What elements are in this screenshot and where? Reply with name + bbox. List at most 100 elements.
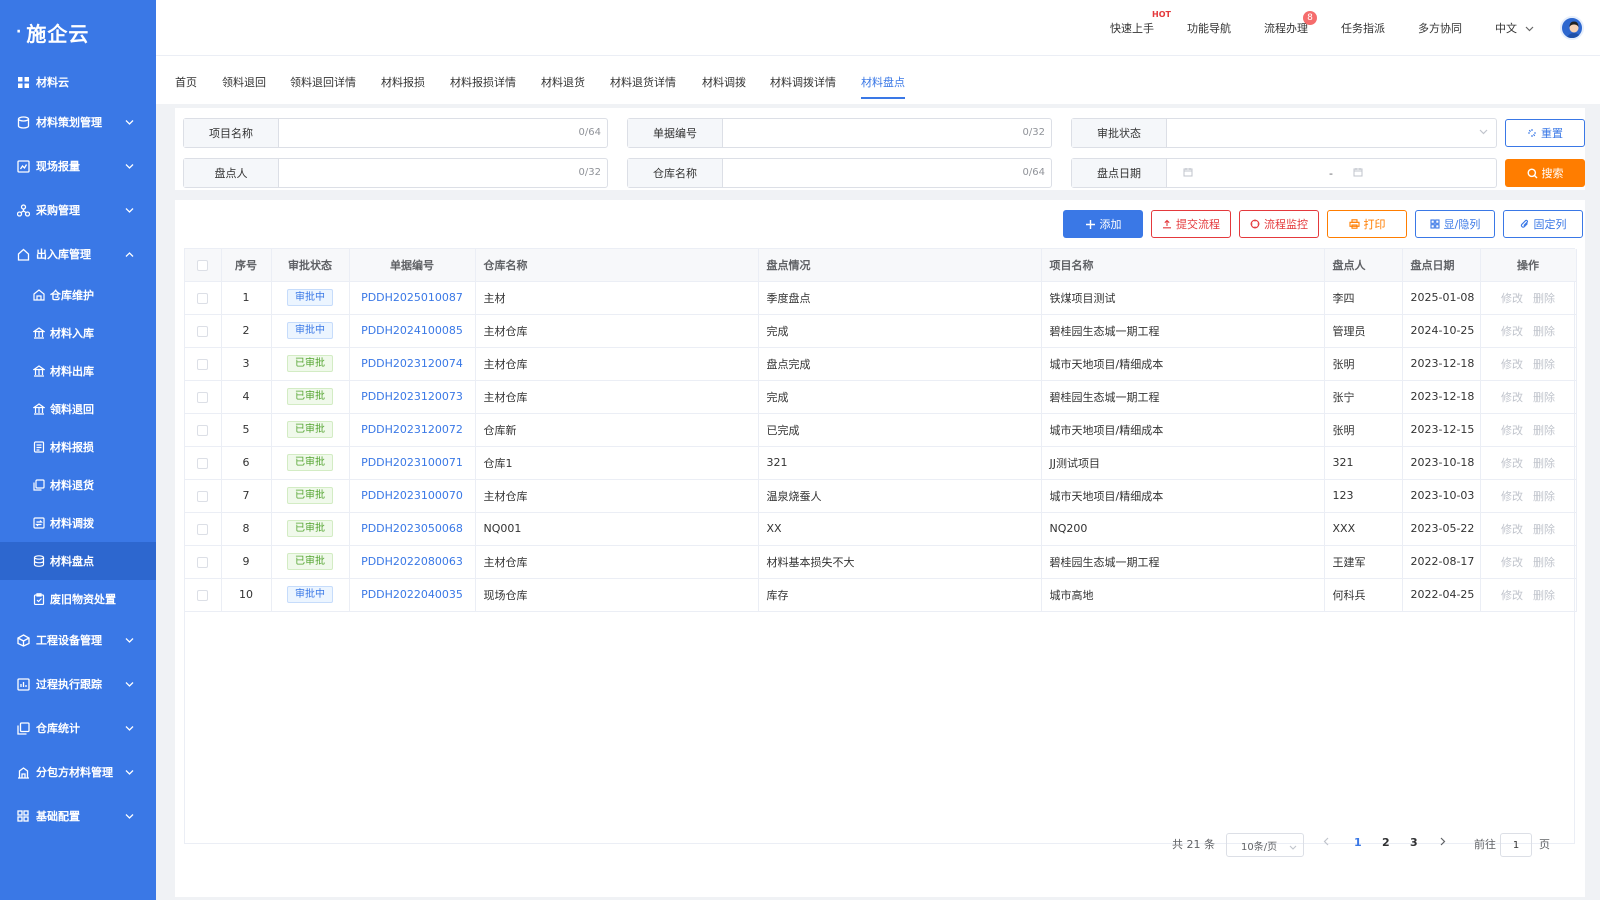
tab-home[interactable]: 首页 — [175, 74, 197, 90]
delete-link[interactable]: 删除 — [1533, 424, 1555, 437]
delete-link[interactable]: 删除 — [1533, 457, 1555, 470]
page-3-button[interactable]: 3 — [1410, 836, 1418, 849]
tab-inventory-check[interactable]: 材料盘点 — [861, 74, 905, 99]
edit-link[interactable]: 修改 — [1501, 424, 1523, 437]
user-avatar[interactable] — [1560, 16, 1584, 40]
tab-refund[interactable]: 材料退货 — [541, 74, 585, 90]
edit-link[interactable]: 修改 — [1501, 391, 1523, 404]
check-date-range[interactable]: 盘点日期 - — [1071, 158, 1497, 188]
process-link[interactable]: 流程办理 8 — [1264, 0, 1317, 56]
row-checkbox[interactable] — [185, 578, 222, 612]
doc-code-link[interactable]: PDDH2022040035 — [361, 588, 463, 601]
doc-code-link[interactable]: PDDH2023120072 — [361, 423, 463, 436]
sidebar-group-tracking[interactable]: 过程执行跟踪 — [0, 662, 156, 706]
project-name-field[interactable]: 项目名称 0/64 — [183, 118, 608, 148]
doc-code-link[interactable]: PDDH2023120074 — [361, 357, 463, 370]
row-checkbox[interactable] — [185, 281, 222, 315]
tab-refund-detail[interactable]: 材料退货详情 — [610, 74, 676, 90]
print-button[interactable]: 打印 — [1327, 210, 1407, 238]
doc-code-link[interactable]: PDDH2023100070 — [361, 489, 463, 502]
page-size-select[interactable]: 10条/页 — [1226, 833, 1304, 857]
edit-link[interactable]: 修改 — [1501, 325, 1523, 338]
sidebar-item-inventory-check[interactable]: 材料盘点 — [0, 542, 156, 580]
delete-link[interactable]: 删除 — [1533, 391, 1555, 404]
tab-transfer[interactable]: 材料调拨 — [702, 74, 746, 90]
collab-link[interactable]: 多方协同 — [1418, 0, 1462, 56]
edit-link[interactable]: 修改 — [1501, 292, 1523, 305]
function-nav-link[interactable]: 功能导航 — [1187, 0, 1231, 56]
sidebar-group-config[interactable]: 基础配置 — [0, 794, 156, 838]
edit-link[interactable]: 修改 — [1501, 490, 1523, 503]
delete-link[interactable]: 删除 — [1533, 556, 1555, 569]
tab-damage-detail[interactable]: 材料报损详情 — [450, 74, 516, 90]
task-assign-link[interactable]: 任务指派 — [1341, 0, 1385, 56]
page-1-button[interactable]: 1 — [1354, 836, 1362, 849]
chevron-right-icon — [1440, 837, 1446, 846]
sidebar-group-inout[interactable]: 出入库管理 — [0, 232, 156, 276]
sidebar-item-scrap[interactable]: 废旧物资处置 — [0, 580, 156, 618]
row-checkbox[interactable] — [185, 380, 222, 414]
sidebar-group-equipment[interactable]: 工程设备管理 — [0, 618, 156, 662]
row-checkbox[interactable] — [185, 512, 222, 546]
sidebar-group-stats[interactable]: 仓库统计 — [0, 706, 156, 750]
table-row: 6 已审批 PDDH2023100071 仓库1 321 JJ测试项目 321 2023-10… — [185, 446, 1577, 480]
sidebar-item-warehouse[interactable]: 仓库维护 — [0, 276, 156, 314]
quick-start-link[interactable]: 快速上手 HOT — [1110, 0, 1171, 56]
sidebar-group-purchase[interactable]: 采购管理 — [0, 188, 156, 232]
search-button[interactable]: 搜索 — [1505, 159, 1585, 187]
checker-field[interactable]: 盘点人 0/32 — [183, 158, 608, 188]
sidebar-group-report[interactable]: 现场报量 — [0, 144, 156, 188]
delete-link[interactable]: 删除 — [1533, 358, 1555, 371]
doc-code-link[interactable]: PDDH2024100085 — [361, 324, 463, 337]
warehouse-name-field[interactable]: 仓库名称 0/64 — [627, 158, 1052, 188]
doc-code-link[interactable]: PDDH2025010087 — [361, 291, 463, 304]
next-page-button[interactable] — [1440, 836, 1446, 849]
row-checkbox[interactable] — [185, 446, 222, 480]
row-checkbox[interactable] — [185, 413, 222, 447]
edit-link[interactable]: 修改 — [1501, 457, 1523, 470]
delete-link[interactable]: 删除 — [1533, 523, 1555, 536]
row-checkbox[interactable] — [185, 314, 222, 348]
delete-link[interactable]: 删除 — [1533, 292, 1555, 305]
doc-number-field[interactable]: 单据编号 0/32 — [627, 118, 1052, 148]
row-checkbox[interactable] — [185, 347, 222, 381]
row-checkbox[interactable] — [185, 545, 222, 579]
tab-return-detail[interactable]: 领料退回详情 — [290, 74, 356, 90]
edit-link[interactable]: 修改 — [1501, 556, 1523, 569]
add-button[interactable]: 添加 — [1063, 210, 1143, 238]
delete-link[interactable]: 删除 — [1533, 490, 1555, 503]
edit-link[interactable]: 修改 — [1501, 523, 1523, 536]
reset-button[interactable]: 重置 — [1505, 119, 1585, 147]
sidebar-group-plan[interactable]: 材料策划管理 — [0, 100, 156, 144]
delete-link[interactable]: 删除 — [1533, 589, 1555, 602]
goto-page-input[interactable]: 1 — [1500, 833, 1532, 857]
select-all-checkbox[interactable] — [185, 249, 222, 282]
doc-code-link[interactable]: PDDH2023100071 — [361, 456, 463, 469]
page-2-button[interactable]: 2 — [1382, 836, 1390, 849]
tab-return[interactable]: 领料退回 — [222, 74, 266, 90]
sidebar-item-refund[interactable]: 材料退货 — [0, 466, 156, 504]
tab-damage[interactable]: 材料报损 — [381, 74, 425, 90]
doc-code-link[interactable]: PDDH2022080063 — [361, 555, 463, 568]
prev-page-button[interactable] — [1323, 836, 1329, 849]
tab-transfer-detail[interactable]: 材料调拨详情 — [770, 74, 836, 90]
doc-code-link[interactable]: PDDH2023120073 — [361, 390, 463, 403]
approval-status-select[interactable]: 审批状态 — [1071, 118, 1497, 148]
delete-link[interactable]: 删除 — [1533, 325, 1555, 338]
submit-process-button[interactable]: 提交流程 — [1151, 210, 1231, 238]
edit-link[interactable]: 修改 — [1501, 358, 1523, 371]
sidebar-item-outbound[interactable]: 材料出库 — [0, 352, 156, 390]
doc-code-link[interactable]: PDDH2023050068 — [361, 522, 463, 535]
process-monitor-button[interactable]: 流程监控 — [1239, 210, 1319, 238]
edit-link[interactable]: 修改 — [1501, 589, 1523, 602]
fixed-columns-button[interactable]: 固定列 — [1503, 210, 1583, 238]
sidebar-item-transfer[interactable]: 材料调拨 — [0, 504, 156, 542]
sidebar-item-return[interactable]: 领料退回 — [0, 390, 156, 428]
row-checkbox[interactable] — [185, 479, 222, 513]
language-select[interactable]: 中文 — [1495, 0, 1534, 56]
sidebar-item-damage[interactable]: 材料报损 — [0, 428, 156, 466]
sidebar-group-subcontract[interactable]: 分包方材料管理 — [0, 750, 156, 794]
toggle-columns-button[interactable]: 显/隐列 — [1415, 210, 1495, 238]
sidebar-item-material-cloud[interactable]: 材料云 — [0, 64, 156, 100]
sidebar-item-inbound[interactable]: 材料入库 — [0, 314, 156, 352]
